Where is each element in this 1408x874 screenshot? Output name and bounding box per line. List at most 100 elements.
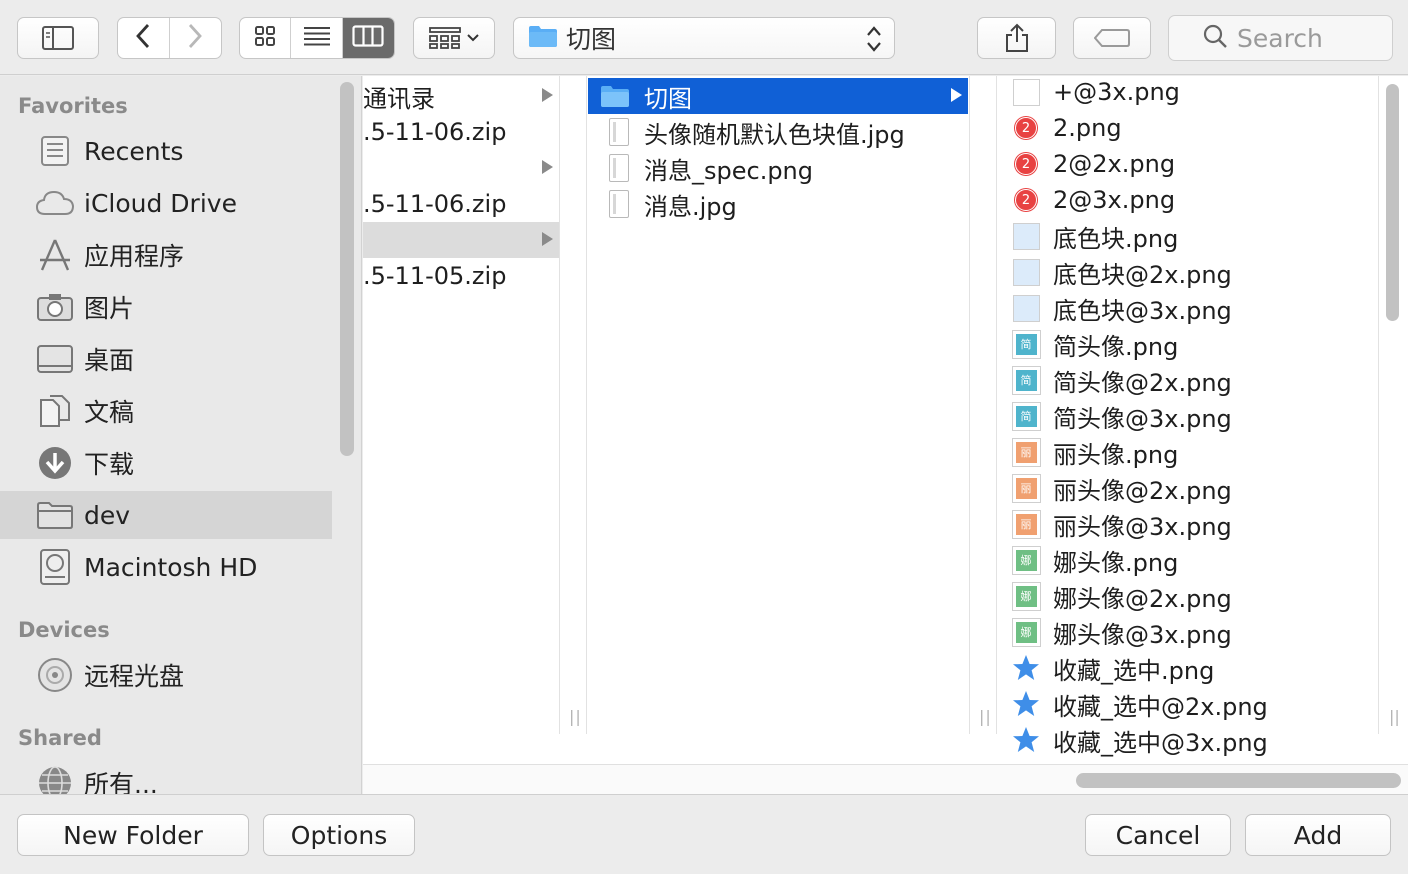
avatar-thumbnail-icon: 简 xyxy=(1011,401,1041,431)
list-item[interactable]: 娜娜头像.png xyxy=(997,542,1377,578)
list-item-label: 切图 xyxy=(644,84,692,113)
list-item[interactable]: 丽丽头像@3x.png xyxy=(997,506,1377,542)
list-item-label: .5-11-05.zip xyxy=(363,262,507,290)
list-item[interactable]: 通讯录 xyxy=(363,78,559,114)
list-item-label: 收藏_选中@2x.png xyxy=(1053,692,1268,721)
list-item[interactable]: 收藏_选中.png xyxy=(997,650,1377,686)
add-button[interactable]: Add xyxy=(1245,814,1391,856)
list-item[interactable]: 消息_spec.png xyxy=(587,150,967,186)
share-button[interactable] xyxy=(977,17,1056,59)
list-item[interactable]: 底色块.png xyxy=(997,218,1377,254)
list-item-folder[interactable]: 切图 xyxy=(588,78,968,114)
star-icon xyxy=(1011,689,1041,719)
list-view-button[interactable] xyxy=(291,18,343,58)
back-forward-group xyxy=(117,17,222,59)
list-item[interactable]: +@3x.png xyxy=(997,76,1377,110)
cloud-icon xyxy=(36,186,74,220)
sidebar-item-all-shared[interactable]: 所有... xyxy=(0,759,332,794)
list-item[interactable]: .5-11-06.zip xyxy=(363,186,559,222)
sidebar-section-favorites: Favorites xyxy=(18,94,128,118)
resize-grip-icon: || xyxy=(979,707,992,726)
list-item[interactable]: 娜娜头像@2x.png xyxy=(997,578,1377,614)
sidebar-item-applications[interactable]: 应用程序 xyxy=(0,231,332,279)
list-item[interactable]: 2 2@2x.png xyxy=(997,146,1377,182)
sidebar-item-desktop[interactable]: 桌面 xyxy=(0,335,332,383)
list-item[interactable]: 消息.jpg xyxy=(587,186,967,222)
list-item[interactable]: 底色块@3x.png xyxy=(997,290,1377,326)
disclosure-arrow-icon xyxy=(542,160,553,174)
arrange-grid-icon xyxy=(429,27,461,49)
avatar-thumbnail-icon: 娜 xyxy=(1011,581,1041,611)
list-item[interactable]: 头像随机默认色块值.jpg xyxy=(587,114,967,150)
list-item-label: .5-11-06.zip xyxy=(363,118,507,146)
tag-button[interactable] xyxy=(1073,17,1151,59)
star-icon xyxy=(1011,725,1041,755)
grid-icon xyxy=(254,25,276,51)
path-popup[interactable]: 切图 xyxy=(513,17,895,59)
list-item-label: 丽头像.png xyxy=(1053,440,1179,469)
list-item[interactable] xyxy=(363,150,559,186)
list-item[interactable]: .5-11-05.zip xyxy=(363,258,559,294)
forward-button[interactable] xyxy=(170,18,222,58)
sidebar-item-dev[interactable]: dev xyxy=(0,491,332,539)
network-icon xyxy=(36,766,74,794)
color-swatch-thumbnail-icon xyxy=(1011,293,1041,323)
avatar-thumbnail-icon: 娜 xyxy=(1011,545,1041,575)
list-item-label: 头像随机默认色块值.jpg xyxy=(644,120,905,149)
list-item[interactable]: 收藏_选中@2x.png xyxy=(997,686,1377,722)
column-resize-handle[interactable]: || xyxy=(969,76,997,734)
sidebar-item-label: 下载 xyxy=(84,450,135,479)
sidebar-scrollbar[interactable] xyxy=(340,82,354,456)
sidebar-item-pictures[interactable]: 图片 xyxy=(0,283,332,331)
list-item[interactable]: 2 2.png xyxy=(997,110,1377,146)
red-badge-thumbnail-icon: 2 xyxy=(1011,149,1041,179)
list-item[interactable]: 收藏_选中@3x.png xyxy=(997,722,1377,758)
sidebar-item-macintosh-hd[interactable]: Macintosh HD xyxy=(0,543,332,591)
desktop-icon xyxy=(36,342,74,376)
list-item[interactable]: .5-11-06.zip xyxy=(363,114,559,150)
list-item-label: 丽头像@2x.png xyxy=(1053,476,1232,505)
list-item[interactable]: 娜娜头像@3x.png xyxy=(997,614,1377,650)
blank-image-thumbnail-icon xyxy=(1011,77,1041,107)
sidebar-item-documents[interactable]: 文稿 xyxy=(0,387,332,435)
sidebar-item-icloud-drive[interactable]: iCloud Drive xyxy=(0,179,332,227)
list-item[interactable]: 简简头像.png xyxy=(997,326,1377,362)
cancel-button[interactable]: Cancel xyxy=(1085,814,1231,856)
sidebar-item-label: 图片 xyxy=(84,294,135,323)
list-item-label: .5-11-06.zip xyxy=(363,190,507,218)
list-item[interactable]: 简简头像@3x.png xyxy=(997,398,1377,434)
sidebar-item-recents[interactable]: Recents xyxy=(0,127,332,175)
list-item[interactable]: 2 2@3x.png xyxy=(997,182,1377,218)
recents-icon xyxy=(36,134,74,168)
sidebar-item-downloads[interactable]: 下载 xyxy=(0,439,332,487)
list-item[interactable]: 丽丽头像.png xyxy=(997,434,1377,470)
options-button[interactable]: Options xyxy=(263,814,415,856)
sidebar-item-remote-disc[interactable]: 远程光盘 xyxy=(0,651,332,699)
column-resize-handle[interactable]: || xyxy=(559,76,587,734)
sidebar-item-label: iCloud Drive xyxy=(84,188,237,218)
column-vertical-scrollbar[interactable] xyxy=(1386,84,1399,321)
sidebar-item-label: 桌面 xyxy=(84,346,135,375)
column-1: 通讯录 .5-11-06.zip .5-11-06.zip .5-11-05.z… xyxy=(363,76,559,734)
sidebar-toggle-button[interactable] xyxy=(17,17,99,59)
sidebar-item-label: 文稿 xyxy=(84,398,135,427)
column-view-button[interactable] xyxy=(342,18,394,58)
search-field[interactable]: Search xyxy=(1168,15,1393,61)
list-item[interactable]: 简简头像@2x.png xyxy=(997,362,1377,398)
chevron-left-icon xyxy=(135,23,151,53)
image-file-icon xyxy=(604,153,634,183)
avatar-thumbnail-icon: 简 xyxy=(1011,365,1041,395)
chevron-down-icon xyxy=(467,34,479,42)
list-item[interactable]: 丽丽头像@2x.png xyxy=(997,470,1377,506)
applications-icon xyxy=(36,238,74,272)
avatar-thumbnail-icon: 简 xyxy=(1011,329,1041,359)
list-item[interactable]: 底色块@2x.png xyxy=(997,254,1377,290)
horizontal-scrollbar[interactable] xyxy=(1076,773,1401,788)
new-folder-button[interactable]: New Folder xyxy=(17,814,249,856)
icon-view-button[interactable] xyxy=(240,18,292,58)
avatar-thumbnail-icon: 丽 xyxy=(1011,509,1041,539)
list-item-selected-parent[interactable] xyxy=(363,222,559,258)
avatar-thumbnail-icon: 丽 xyxy=(1011,473,1041,503)
back-button[interactable] xyxy=(118,18,170,58)
arrange-menu-button[interactable] xyxy=(413,17,495,59)
